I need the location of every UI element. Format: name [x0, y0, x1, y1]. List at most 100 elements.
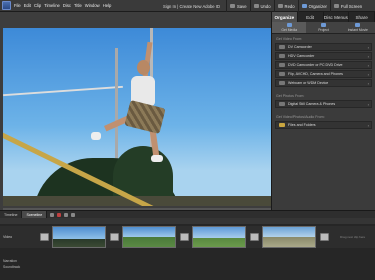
menu-window[interactable]: Window: [85, 3, 100, 8]
redo-icon: [277, 4, 283, 8]
chevron-right-icon: ›: [367, 71, 369, 77]
get-media-icon: [286, 23, 292, 27]
subtab-label: Instant Movie: [347, 28, 368, 32]
transition-slot[interactable]: [110, 233, 119, 241]
get-media-dv-camcorder[interactable]: DV Camcorder ›: [275, 43, 372, 51]
row-label: Flip, AVCHD, Camera and Phones: [288, 72, 343, 76]
tasks-panel: Organize Edit Disc Menus Share Get Media…: [272, 12, 375, 210]
scene-clip[interactable]: [192, 226, 246, 248]
subtab-instant-movie[interactable]: Instant Movie: [341, 22, 375, 33]
undo-label: Undo: [260, 3, 271, 9]
timeline-tabs: Timeline Sceneline: [0, 210, 375, 219]
get-media-still-camera[interactable]: Digital Still Camera & Phones ›: [275, 100, 372, 108]
row-label: HDV Camcorder: [288, 54, 315, 58]
sceneline: Video Drag next clip here Narration Soun…: [0, 224, 375, 280]
fullscreen-label: Full Screen: [340, 3, 363, 9]
app-logo-icon: [2, 1, 11, 10]
tool-icon[interactable]: [71, 212, 76, 217]
menu-clip[interactable]: Clip: [34, 3, 41, 8]
video-track: Video Drag next clip here: [0, 226, 375, 248]
track-label: Video: [3, 235, 13, 239]
get-media-hdv-camcorder[interactable]: HDV Camcorder ›: [275, 52, 372, 60]
get-media-flip-avchd[interactable]: Flip, AVCHD, Camera and Phones ›: [275, 70, 372, 78]
panel-subtabs: Get Media Project Instant Movie: [272, 22, 375, 34]
menu-file[interactable]: File: [14, 3, 21, 8]
menu-timeline[interactable]: Timeline: [44, 3, 60, 8]
tab-edit[interactable]: Edit: [298, 12, 324, 22]
save-button[interactable]: Save: [225, 0, 250, 12]
tool-icon[interactable]: [64, 212, 69, 217]
menu-help[interactable]: Help: [103, 3, 112, 8]
save-icon: [229, 4, 235, 8]
undo-icon: [253, 4, 259, 8]
phone-icon: [279, 72, 285, 76]
section-title: Get Photos From:: [276, 94, 305, 98]
undo-button[interactable]: Undo: [249, 0, 274, 12]
save-label: Save: [236, 3, 247, 9]
camcorder-icon: [279, 54, 285, 58]
monitor-panel: ◂◂ ◂ ▶ ▸ ▸▸ 00;00;00;00 Fit: [0, 12, 272, 222]
redo-label: Redo: [284, 3, 295, 9]
clip-thumbnail: [263, 227, 315, 247]
transition-slot[interactable]: [250, 233, 259, 241]
transition-slot[interactable]: [320, 233, 329, 241]
tab-disc-menus[interactable]: Disc Menus: [324, 12, 350, 22]
chevron-right-icon: ›: [367, 80, 369, 86]
camera-icon: [279, 102, 285, 106]
menu-edit[interactable]: Edit: [24, 3, 31, 8]
drag-clip-hint[interactable]: Drag next clip here: [340, 235, 365, 239]
redo-button[interactable]: Redo: [273, 0, 298, 12]
row-label: Files and Folders: [288, 123, 316, 127]
scene-clip[interactable]: [262, 226, 316, 248]
subtab-get-media[interactable]: Get Media: [272, 22, 307, 33]
get-media-webcam[interactable]: Webcam or WDM Device ›: [275, 79, 372, 87]
clip-thumbnail: [193, 227, 245, 247]
subtab-project[interactable]: Project: [306, 22, 340, 33]
transition-slot[interactable]: [40, 233, 49, 241]
get-media-files-folders[interactable]: Files and Folders ›: [275, 121, 372, 129]
signin-link[interactable]: Sign In | Create New Adobe ID: [160, 0, 226, 12]
menu-items: File Edit Clip Timeline Disc Title Windo…: [14, 3, 111, 8]
clip-thumbnail: [53, 227, 105, 247]
dvd-icon: [279, 63, 285, 67]
soundtrack-track-label: Soundtrack: [3, 265, 21, 269]
fullscreen-button[interactable]: Full Screen: [329, 0, 365, 12]
fullscreen-icon: [333, 4, 339, 8]
menu-disc[interactable]: Disc: [63, 3, 71, 8]
row-label: Digital Still Camera & Phones: [288, 102, 336, 106]
tab-share[interactable]: Share: [349, 12, 375, 22]
webcam-icon: [279, 81, 285, 85]
chevron-right-icon: ›: [367, 101, 369, 107]
camcorder-icon: [279, 45, 285, 49]
organizer-icon: [301, 4, 307, 8]
chevron-right-icon: ›: [367, 122, 369, 128]
chevron-right-icon: ›: [367, 44, 369, 50]
get-media-dvd[interactable]: DVD Camcorder or PC DVD Drive ›: [275, 61, 372, 69]
shoe: [91, 132, 101, 140]
tab-organize[interactable]: Organize: [272, 12, 298, 22]
record-icon[interactable]: [57, 212, 62, 217]
video-preview[interactable]: [3, 28, 271, 206]
tool-icon[interactable]: [50, 212, 55, 217]
folder-icon: [279, 123, 285, 127]
scene-clip[interactable]: [52, 226, 106, 248]
section-title: Get Video/Photos/Audio From:: [276, 115, 325, 119]
subtab-label: Get Media: [281, 28, 297, 32]
instant-movie-icon: [355, 23, 361, 27]
menu-title[interactable]: Title: [74, 3, 82, 8]
organizer-button[interactable]: Organizer: [297, 0, 330, 12]
menu-bar: File Edit Clip Timeline Disc Title Windo…: [0, 0, 375, 12]
signin-label: Sign In: [163, 3, 177, 9]
section-title: Get Video From:: [276, 37, 303, 41]
shoe: [151, 155, 163, 162]
chevron-right-icon: ›: [367, 53, 369, 59]
person-head: [137, 60, 150, 75]
row-label: Webcam or WDM Device: [288, 81, 329, 85]
narration-track-label: Narration: [3, 259, 17, 263]
organizer-label: Organizer: [308, 3, 327, 9]
transition-slot[interactable]: [180, 233, 189, 241]
scene-clip[interactable]: [122, 226, 176, 248]
project-icon: [320, 23, 326, 27]
top-toolbar: Sign In | Create New Adobe ID Save Undo …: [160, 0, 365, 12]
chevron-right-icon: ›: [367, 62, 369, 68]
